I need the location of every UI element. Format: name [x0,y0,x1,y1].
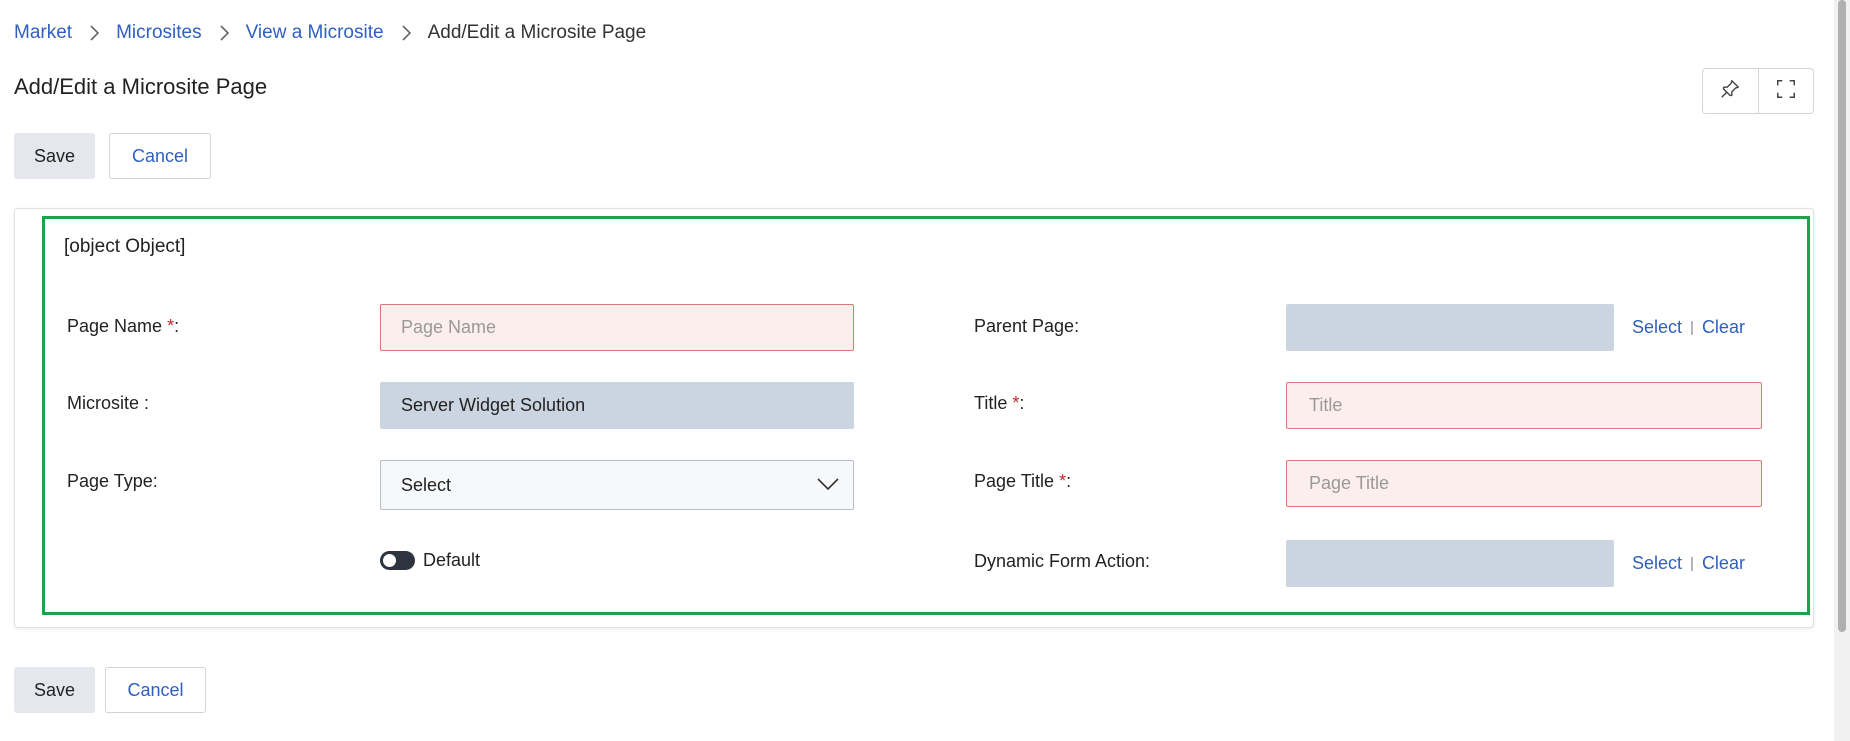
page-type-select[interactable]: Select [380,460,854,510]
page-name-input[interactable]: Page Name [380,304,854,351]
chevron-right-icon [72,22,116,44]
page-type-label: Page Type: [67,471,158,491]
fullscreen-button[interactable] [1757,69,1814,113]
pin-button[interactable] [1703,69,1758,113]
toggle-knob [383,554,396,567]
page-type-value: Select [401,474,452,495]
pin-icon [1719,78,1741,105]
page-name-label: Page Name *: [67,316,179,337]
cancel-button[interactable]: Cancel [109,133,211,179]
breadcrumb-market[interactable]: Market [14,22,72,44]
page-title: Add/Edit a Microsite Page [14,74,268,99]
link-separator: | [1690,555,1694,572]
page-name-label-text: Page Name [67,316,168,336]
dynamic-form-clear-link[interactable]: Clear [1702,553,1745,574]
default-toggle-label: Default [423,550,481,570]
parent-page-clear-link[interactable]: Clear [1702,317,1745,338]
header-actions [1702,68,1814,114]
title-label-text: Title [974,393,1013,413]
dynamic-form-select-link[interactable]: Select [1632,553,1682,574]
link-separator: | [1690,319,1694,336]
dynamic-form-action-field [1286,540,1614,587]
scrollbar-thumb[interactable] [1838,0,1846,632]
label-suffix: : [1019,393,1025,413]
breadcrumb: Market Microsites View a Microsite Add/E… [14,22,646,44]
label-suffix: : [1066,471,1072,491]
microsite-label: Microsite : [67,393,150,413]
parent-page-select-link[interactable]: Select [1632,317,1682,338]
dynamic-form-action-label: Dynamic Form Action: [974,551,1151,571]
title-label: Title *: [974,393,1024,414]
page-title-label-text: Page Title [974,471,1060,491]
page-scrollbar[interactable] [1834,0,1850,741]
bottom-cancel-button[interactable]: Cancel [105,667,206,713]
breadcrumb-view-microsite[interactable]: View a Microsite [246,22,384,44]
section-title: [object Object] [64,236,186,257]
label-suffix: : [174,316,180,336]
dynamic-form-action-actions: Select | Clear [1632,553,1745,574]
microsite-field: Server Widget Solution [380,382,854,429]
breadcrumb-current: Add/Edit a Microsite Page [427,22,647,43]
breadcrumb-microsites[interactable]: Microsites [116,22,202,44]
chevron-down-icon [817,475,839,496]
parent-page-actions: Select | Clear [1632,317,1745,338]
bottom-save-button[interactable]: Save [14,667,95,713]
page-title-input[interactable]: Page Title [1286,460,1762,507]
page-title-label: Page Title *: [974,471,1071,492]
parent-page-label: Parent Page: [974,316,1080,336]
chevron-right-icon [384,22,428,44]
default-toggle-group: Default [380,550,480,571]
parent-page-field [1286,304,1614,351]
fullscreen-icon [1775,78,1797,105]
title-input[interactable]: Title [1286,382,1762,429]
default-toggle[interactable] [380,551,415,570]
save-button[interactable]: Save [14,133,95,179]
chevron-right-icon [202,22,246,44]
